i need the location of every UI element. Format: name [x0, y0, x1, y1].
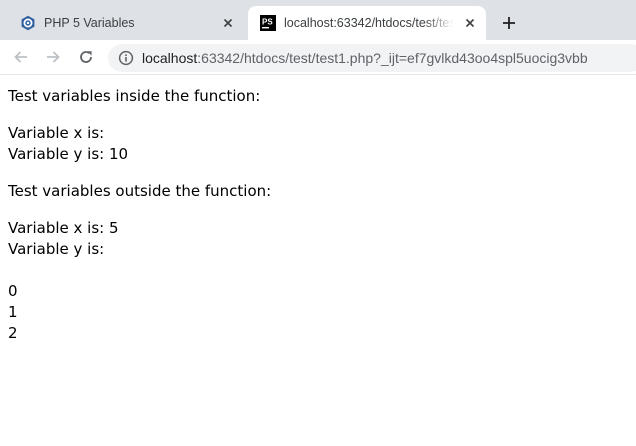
- output-line: 1: [8, 303, 18, 321]
- info-icon[interactable]: [118, 50, 134, 66]
- output-line: 2: [8, 324, 18, 342]
- phpstorm-icon-text: PS: [262, 18, 273, 27]
- back-button[interactable]: [8, 44, 34, 70]
- forward-button[interactable]: [40, 44, 66, 70]
- url-host: localhost: [142, 50, 198, 66]
- heading-inside-function: Test variables inside the function:: [8, 87, 261, 105]
- close-icon[interactable]: [460, 13, 480, 33]
- url-text[interactable]: localhost:63342/htdocs/test/test1.php?_i…: [142, 50, 588, 66]
- phpstorm-icon: PS: [260, 15, 276, 31]
- inside-variable-x: Variable x is:: [8, 124, 105, 142]
- arrow-left-icon: [14, 51, 27, 63]
- page-content: Test variables inside the function: Vari…: [8, 86, 628, 344]
- tab-title: PHP 5 Variables: [44, 16, 135, 30]
- tab-strip: PHP 5 Variables PS localhost:63342/htdoc…: [0, 0, 636, 40]
- reload-icon: [80, 51, 92, 63]
- reload-button[interactable]: [73, 44, 99, 70]
- php-tutorial-icon: [20, 15, 36, 31]
- address-bar[interactable]: localhost:63342/htdocs/test/test1.php?_i…: [108, 44, 636, 72]
- tab-php-variables[interactable]: PHP 5 Variables: [8, 6, 244, 40]
- close-icon[interactable]: [218, 13, 238, 33]
- toolbar: localhost:63342/htdocs/test/test1.php?_i…: [0, 40, 636, 75]
- browser-window: PHP 5 Variables PS localhost:63342/htdoc…: [0, 0, 636, 446]
- plus-icon: [503, 17, 515, 29]
- output-line: 0: [8, 282, 18, 300]
- heading-outside-function: Test variables outside the function:: [8, 182, 272, 200]
- arrow-right-icon: [47, 51, 60, 63]
- new-tab-button[interactable]: [496, 10, 522, 36]
- outside-variable-y: Variable y is:: [8, 240, 105, 258]
- inside-variable-y: Variable y is: 10: [8, 145, 129, 163]
- tab-title: localhost:63342/htdocs/test/test1.php?_i…: [284, 16, 454, 30]
- tab-localhost-test1[interactable]: PS localhost:63342/htdocs/test/test1.php…: [248, 6, 486, 40]
- url-path: :63342/htdocs/test/test1.php?_ijt=ef7gvl…: [197, 50, 588, 66]
- outside-variable-x: Variable x is: 5: [8, 219, 119, 237]
